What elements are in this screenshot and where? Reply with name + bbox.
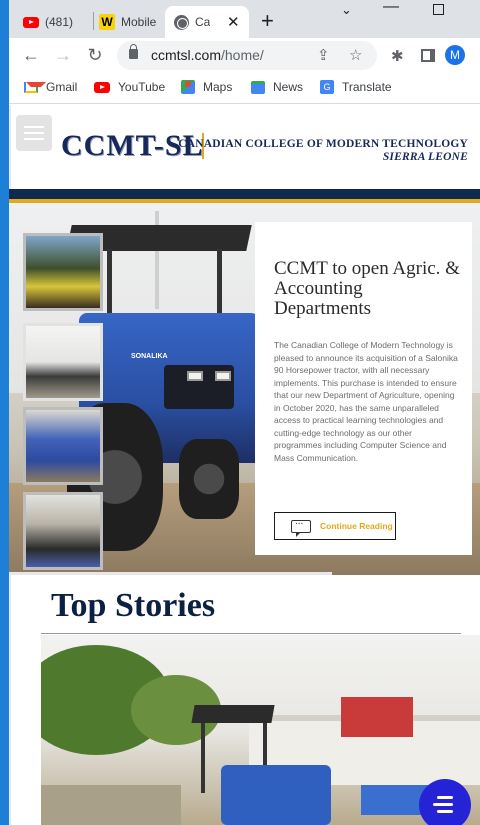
maps-icon <box>181 80 195 94</box>
hero-body-text: The Canadian College of Modern Technolog… <box>274 340 458 463</box>
tab-title: Ca <box>195 15 211 29</box>
bookmark-label: Gmail <box>46 80 78 94</box>
chevron-down-icon[interactable]: ⌄ <box>341 2 352 18</box>
forward-arrow-icon[interactable]: → <box>52 44 74 66</box>
web-page: CCMT-SL CANADIAN COLLEGE OF MODERN TECHN… <box>9 105 480 825</box>
reload-icon[interactable]: ↻ <box>84 44 106 66</box>
close-tab-icon[interactable]: ✕ <box>227 13 240 31</box>
tractor-brand: SONALIKA <box>131 353 168 360</box>
section-divider <box>41 633 461 634</box>
top-stories-heading: Top Stories <box>51 587 216 624</box>
continue-reading-button[interactable]: Continue Reading <box>274 512 396 540</box>
thumbnail-classroom[interactable] <box>23 492 103 570</box>
hero-title[interactable]: CCMT to open Agric. & Accounting Departm… <box>274 259 462 319</box>
share-icon[interactable]: ⇪ <box>317 46 330 64</box>
tab-mobile[interactable]: W Mobile <box>99 6 161 38</box>
translate-icon: G <box>320 80 334 94</box>
tab-active[interactable]: Ca ✕ <box>165 6 249 38</box>
youtube-icon <box>23 16 39 28</box>
hero-banner: SONALIKA CCMT to open Agric. & Accountin… <box>9 203 480 575</box>
extensions-icon[interactable]: ✱ <box>391 47 404 65</box>
tab-youtube[interactable]: (481) <box>23 6 91 38</box>
minimize-button[interactable]: — <box>383 0 399 16</box>
bookmark-label: Translate <box>342 80 392 94</box>
bookmark-label: News <box>273 80 304 94</box>
desktop-edge <box>0 0 9 825</box>
menu-button[interactable] <box>16 115 52 151</box>
lock-icon <box>129 44 138 59</box>
tractor-image <box>221 765 331 825</box>
header-navy-bar <box>9 189 480 199</box>
w-icon: W <box>99 14 115 30</box>
thumbnail-implements[interactable] <box>23 407 103 485</box>
globe-icon <box>174 14 189 30</box>
continue-reading-label: Continue Reading <box>320 521 393 531</box>
youtube-icon <box>94 81 110 93</box>
tab-strip: (481) W Mobile Ca ✕ + ⌄ — <box>9 0 480 38</box>
gmail-icon <box>24 81 46 93</box>
bookmark-maps[interactable]: Maps <box>181 80 232 94</box>
bookmarks-bar: Gmail YouTube Maps News G Translate <box>9 72 480 104</box>
tab-title: (481) <box>45 15 74 29</box>
url-text: ccmtsl.com/home/ <box>151 47 264 63</box>
maximize-button[interactable] <box>433 4 444 15</box>
tractor-canopy <box>191 705 275 723</box>
browser-toolbar: ← → ↻ ccmtsl.com/home/ ⇪ ☆ ✱ M <box>9 38 480 72</box>
side-panel-icon[interactable] <box>421 49 435 62</box>
thumbnail-students[interactable] <box>23 233 103 311</box>
profile-avatar[interactable]: M <box>445 45 465 65</box>
star-icon[interactable]: ☆ <box>349 46 362 64</box>
bookmark-label: Maps <box>203 80 233 94</box>
tab-title: Mobile <box>121 15 157 29</box>
bookmark-news[interactable]: News <box>251 80 303 94</box>
bookmark-label: YouTube <box>118 80 166 94</box>
top-story-image[interactable] <box>41 635 480 825</box>
college-name: CANADIAN COLLEGE OF MODERN TECHNOLOGY SI… <box>178 138 468 163</box>
bookmark-youtube[interactable]: YouTube <box>94 80 165 94</box>
thumbnail-crowd[interactable] <box>23 323 103 401</box>
hero-article-card: CCMT to open Agric. & Accounting Departm… <box>255 222 472 555</box>
bookmark-gmail[interactable]: Gmail <box>24 80 77 94</box>
browser-window: (481) W Mobile Ca ✕ + ⌄ — ← → ↻ ccmtsl.c… <box>0 0 480 825</box>
address-bar[interactable]: ccmtsl.com/home/ ⇪ ☆ <box>117 41 377 70</box>
news-icon <box>251 80 265 94</box>
chat-bubble-icon <box>291 516 311 537</box>
back-arrow-icon[interactable]: ← <box>20 44 42 66</box>
chat-button[interactable] <box>419 779 471 825</box>
bookmark-translate[interactable]: G Translate <box>320 80 392 94</box>
new-tab-button[interactable]: + <box>261 8 274 34</box>
tab-separator <box>93 12 94 30</box>
